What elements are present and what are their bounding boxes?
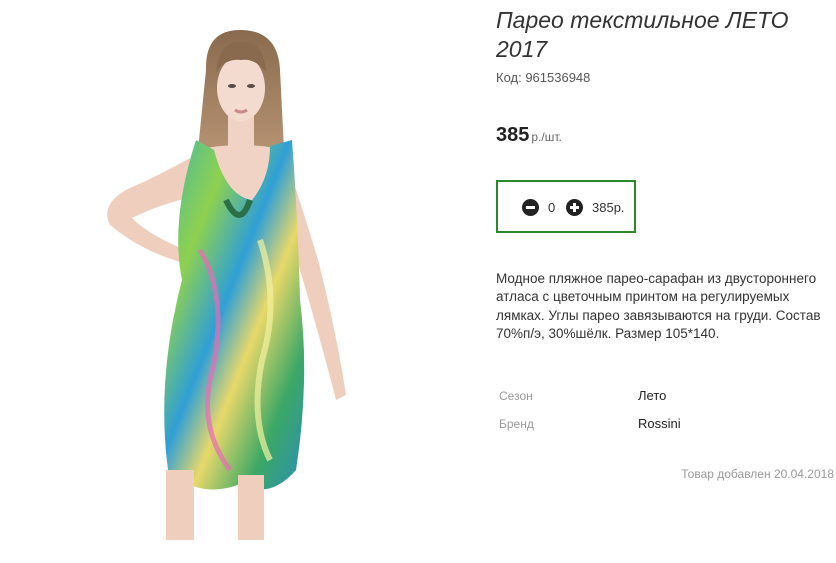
date-added: Товар добавлен 20.04.2018 bbox=[681, 467, 834, 481]
product-description: Модное пляжное парео-сарафан из двусторо… bbox=[496, 271, 821, 341]
quantity-stepper: 0 385р. bbox=[496, 180, 636, 233]
product-price: 385 р./шт. bbox=[496, 124, 562, 147]
minus-circle-icon[interactable] bbox=[522, 199, 539, 216]
product-title: Парео текстильное ЛЕТО 2017 bbox=[496, 7, 789, 62]
attribute-value[interactable]: Rossini bbox=[638, 416, 681, 431]
plus-circle-icon[interactable] bbox=[566, 199, 583, 216]
price-amount: 385 bbox=[496, 124, 530, 146]
attribute-value: Лето bbox=[638, 388, 667, 403]
quantity-value: 0 bbox=[548, 200, 556, 215]
quantity-total: 385р. bbox=[592, 200, 625, 215]
attribute-key: Сезон bbox=[499, 389, 533, 403]
price-unit: р./шт. bbox=[531, 130, 562, 144]
product-photo bbox=[0, 0, 480, 563]
product-code: Код: 961536948 bbox=[496, 70, 591, 85]
attribute-key: Бренд bbox=[499, 417, 534, 431]
